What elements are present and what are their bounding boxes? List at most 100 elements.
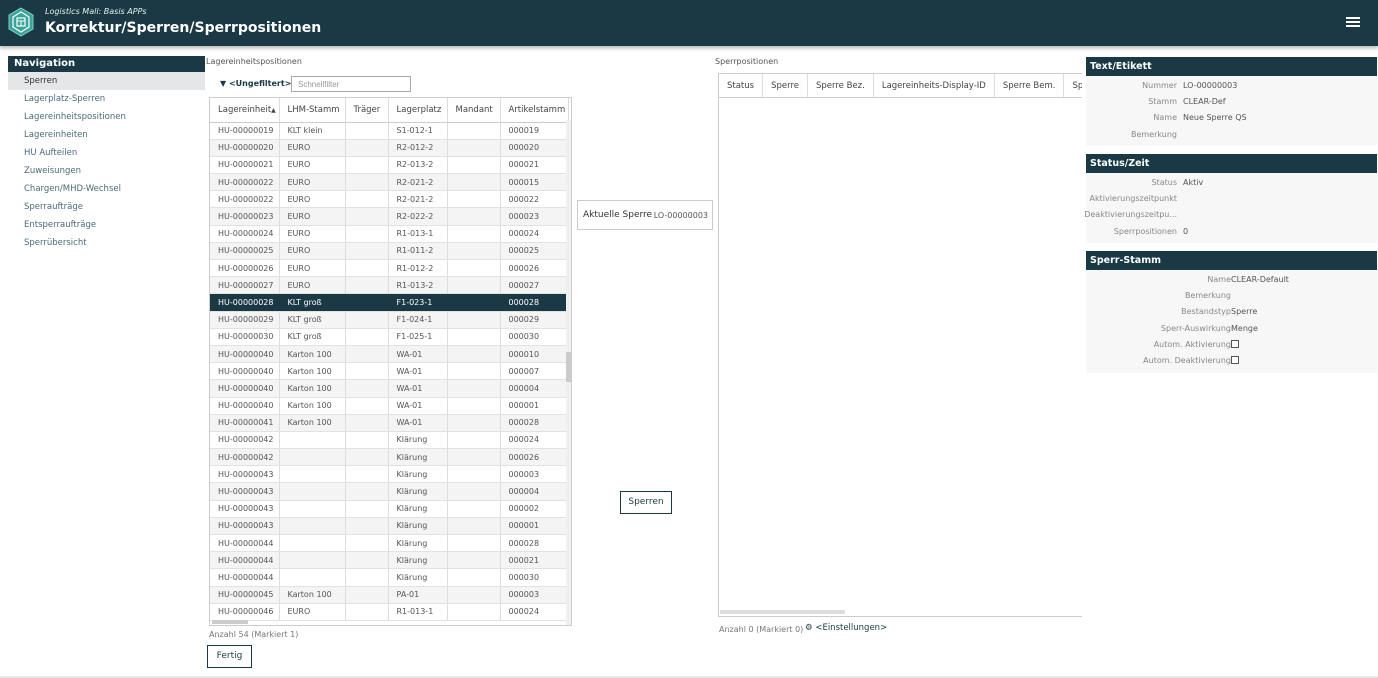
table-row[interactable]: HU-00000043 Klärung 000002 bbox=[210, 500, 569, 518]
table-cell bbox=[447, 311, 501, 329]
column-header-lhm-stamm[interactable]: LHM-Stamm bbox=[279, 98, 346, 123]
table-cell bbox=[447, 259, 501, 278]
table-cell bbox=[279, 482, 346, 501]
table-row[interactable]: HU-00000021 EURO R2-013-2 000021 bbox=[210, 156, 569, 175]
column-header-sperre-bem[interactable]: Sperre Bem. bbox=[995, 74, 1065, 97]
table-row[interactable]: HU-00000044 Klärung 000021 bbox=[210, 551, 569, 570]
table-cell bbox=[447, 362, 501, 381]
table-row[interactable]: HU-00000025 EURO R1-011-2 000025 bbox=[210, 242, 569, 261]
table-cell bbox=[447, 207, 501, 226]
table-row[interactable]: HU-00000029 KLT groß F1-024-1 000029 bbox=[210, 311, 569, 329]
table-cell: HU-00000023 bbox=[210, 207, 280, 226]
grid-vertical-scroll-thumb[interactable] bbox=[566, 352, 571, 382]
nav-item-chargen-mhd-wechsel[interactable]: Chargen/MHD-Wechsel bbox=[8, 180, 205, 198]
column-header-sperre[interactable]: Sperre bbox=[763, 74, 808, 97]
navigation-title: Navigation bbox=[8, 56, 205, 72]
positions-grid: Lagereinheit▲ LHM-Stamm Träger Lagerplat… bbox=[209, 97, 572, 626]
table-cell: HU-00000042 bbox=[210, 448, 280, 467]
table-cell bbox=[345, 122, 389, 140]
column-header-traeger[interactable]: Träger bbox=[345, 98, 389, 123]
table-row[interactable]: HU-00000042 Klärung 000026 bbox=[210, 448, 569, 467]
column-header-lagereinheit[interactable]: Lagereinheit▲ bbox=[210, 98, 280, 123]
auto-activation-checkbox[interactable] bbox=[1231, 340, 1239, 349]
column-header-lagereinheits-display-id[interactable]: Lagereinheits-Display-ID bbox=[874, 74, 995, 97]
table-row[interactable]: HU-00000043 Klärung 000004 bbox=[210, 482, 569, 501]
table-cell bbox=[345, 242, 389, 261]
right-row-count: Anzahl 0 (Markiert 0) bbox=[719, 625, 804, 634]
table-row[interactable]: HU-00000042 Klärung 000024 bbox=[210, 431, 569, 450]
column-header-lagerplatz[interactable]: Lagerplatz bbox=[388, 98, 448, 123]
table-cell: EURO bbox=[279, 173, 346, 192]
nav-item-lagereinheitspositionen[interactable]: Lagereinheitspositionen bbox=[8, 108, 205, 126]
nav-item-lagerplatz-sperren[interactable]: Lagerplatz-Sperren bbox=[8, 90, 205, 108]
table-cell bbox=[279, 431, 346, 450]
table-row[interactable]: HU-00000024 EURO R1-013-1 000024 bbox=[210, 225, 569, 243]
table-row[interactable]: HU-00000023 EURO R2-022-2 000023 bbox=[210, 207, 569, 226]
nav-item-zuweisungen[interactable]: Zuweisungen bbox=[8, 162, 205, 180]
hamburger-menu-icon[interactable] bbox=[1346, 17, 1360, 29]
gear-icon: ⚙ bbox=[805, 623, 813, 633]
table-cell: HU-00000030 bbox=[210, 328, 280, 346]
table-cell bbox=[345, 173, 389, 192]
grid-horizontal-scroll-thumb[interactable] bbox=[212, 620, 248, 624]
detail-row-aktivierungszeitpunkt: Aktivierungszeitpunkt bbox=[1089, 194, 1178, 204]
table-row[interactable]: HU-00000040 Karton 100 WA-01 000010 bbox=[210, 345, 569, 364]
table-cell: 000004 bbox=[500, 379, 569, 398]
table-cell: 000029 bbox=[500, 311, 569, 329]
nav-item-sperruebersicht[interactable]: Sperrübersicht bbox=[8, 234, 205, 252]
table-row[interactable]: HU-00000027 EURO R1-013-2 000027 bbox=[210, 276, 569, 295]
table-cell: 000030 bbox=[500, 328, 569, 346]
table-cell: 000001 bbox=[500, 397, 569, 415]
table-row[interactable]: HU-00000043 Klärung 000001 bbox=[210, 517, 569, 536]
table-row[interactable]: HU-00000040 Karton 100 WA-01 000007 bbox=[210, 362, 569, 381]
filter-label: <Ungefiltert> bbox=[228, 79, 292, 88]
sort-asc-icon: ▲ bbox=[271, 106, 276, 114]
table-cell bbox=[447, 173, 501, 192]
table-cell bbox=[345, 225, 389, 243]
column-header-sperre-bez[interactable]: Sperre Bez. bbox=[808, 74, 874, 97]
table-row[interactable]: HU-00000041 Karton 100 WA-01 000028 bbox=[210, 414, 569, 432]
table-row[interactable]: HU-00000044 Klärung 000028 bbox=[210, 534, 569, 553]
table-cell: EURO bbox=[279, 139, 346, 157]
table-cell bbox=[345, 362, 389, 381]
table-row[interactable]: HU-00000045 Karton 100 PA-01 000003 bbox=[210, 586, 569, 604]
table-row[interactable]: HU-00000022 EURO R2-021-2 000015 bbox=[210, 173, 569, 192]
nav-item-entsperrauftraege[interactable]: Entsperraufträge bbox=[8, 216, 205, 234]
status-time-panel-title: Status/Zeit bbox=[1086, 154, 1377, 173]
nav-item-hu-aufteilen[interactable]: HU Aufteilen bbox=[8, 144, 205, 162]
auto-deactivation-checkbox[interactable] bbox=[1231, 356, 1239, 365]
column-header-sperre-st[interactable]: Sperre-St bbox=[1064, 74, 1082, 97]
table-row[interactable]: HU-00000044 Klärung 000030 bbox=[210, 568, 569, 587]
table-cell: Klärung bbox=[388, 448, 448, 467]
settings-button[interactable]: ⚙ <Einstellungen> bbox=[805, 623, 887, 633]
quick-filter-input[interactable] bbox=[291, 76, 411, 92]
done-button[interactable]: Fertig bbox=[207, 645, 252, 668]
column-header-mandant[interactable]: Mandant bbox=[447, 98, 501, 123]
nav-item-lagereinheiten[interactable]: Lagereinheiten bbox=[8, 126, 205, 144]
table-cell bbox=[345, 345, 389, 364]
table-cell: HU-00000025 bbox=[210, 242, 280, 261]
status-time-panel: Status/Zeit Status Aktiv Aktivierungszeit… bbox=[1084, 154, 1377, 243]
nav-item-sperrauftraege[interactable]: Sperraufträge bbox=[8, 198, 205, 216]
table-row[interactable]: HU-00000040 Karton 100 WA-01 000004 bbox=[210, 379, 569, 398]
lock-button[interactable]: Sperren bbox=[620, 491, 672, 514]
table-row[interactable]: HU-00000046 EURO R1-013-1 000024 bbox=[210, 603, 569, 621]
nav-item-sperren[interactable]: Sperren bbox=[8, 72, 205, 90]
table-row[interactable]: HU-00000022 EURO R2-021-2 000022 bbox=[210, 190, 569, 209]
app-subtitle: Logistics Mall: Basis APPs bbox=[45, 7, 147, 16]
table-cell: HU-00000028 bbox=[210, 293, 280, 312]
table-row[interactable]: HU-00000030 KLT groß F1-025-1 000030 bbox=[210, 328, 569, 346]
table-row[interactable]: HU-00000026 EURO R1-012-2 000026 bbox=[210, 259, 569, 278]
table-row[interactable]: HU-00000028 KLT groß F1-023-1 000028 bbox=[210, 293, 569, 312]
table-row[interactable]: HU-00000043 Klärung 000003 bbox=[210, 465, 569, 484]
table-row[interactable]: HU-00000040 Karton 100 WA-01 000001 bbox=[210, 397, 569, 415]
detail-row-deaktivierungszeitpunkt: Deaktivierungszeitpu... bbox=[1084, 210, 1177, 220]
column-header-artikelstamm[interactable]: Artikelstamm bbox=[500, 98, 569, 123]
table-cell: R1-012-2 bbox=[388, 259, 448, 278]
table-cell bbox=[447, 448, 501, 467]
lock-grid-horizontal-scroll-thumb[interactable] bbox=[720, 610, 845, 614]
column-header-status[interactable]: Status bbox=[719, 74, 764, 97]
filter-button[interactable]: ▼ <Ungefiltert> bbox=[220, 79, 291, 88]
table-row[interactable]: HU-00000019 KLT klein S1-012-1 000019 bbox=[210, 122, 569, 140]
table-row[interactable]: HU-00000020 EURO R2-012-2 000020 bbox=[210, 139, 569, 157]
